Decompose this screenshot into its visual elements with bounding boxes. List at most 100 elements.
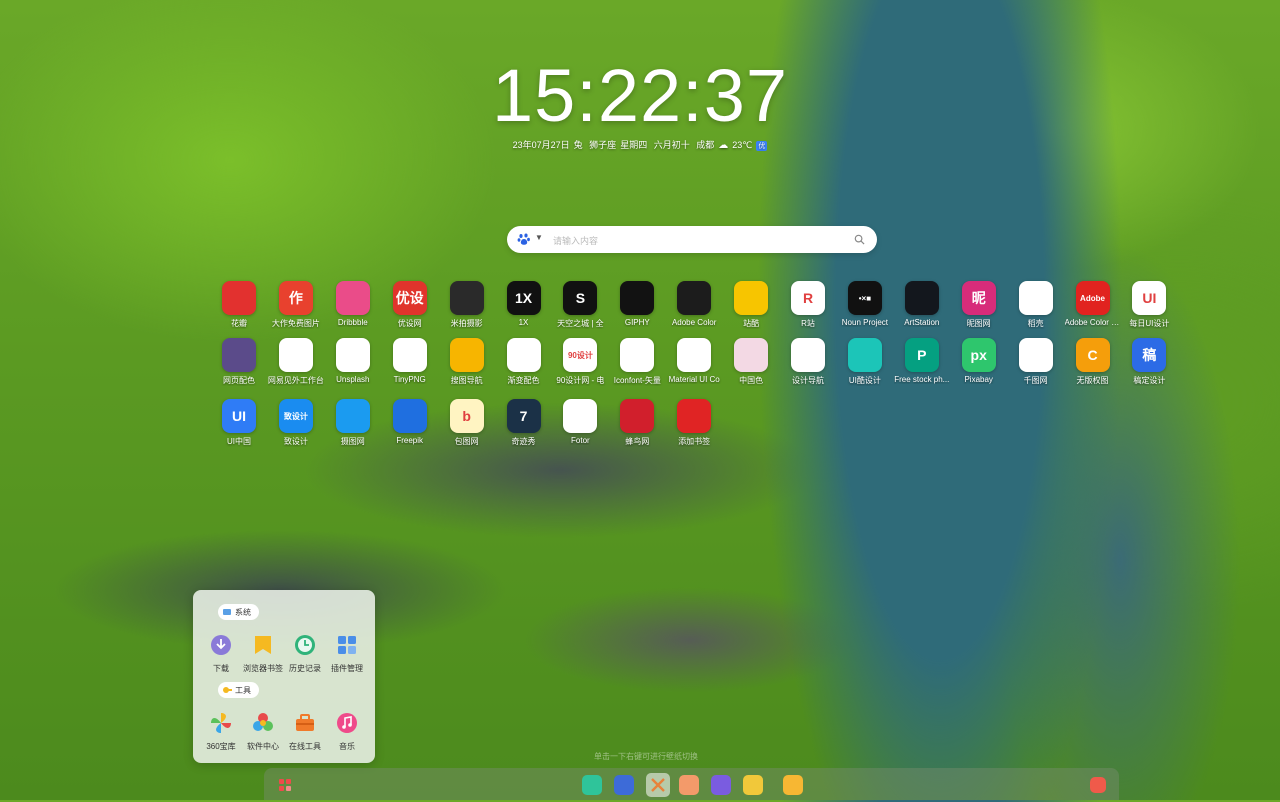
app-label: 摄图网 xyxy=(340,437,365,446)
app-shortcut[interactable]: 渐变配色 xyxy=(496,338,552,386)
app-shortcut[interactable]: Unsplash xyxy=(325,338,381,384)
app-shortcut[interactable]: 优设 优设网 xyxy=(382,281,438,329)
app-icon: S xyxy=(563,281,598,315)
app-icon: px xyxy=(961,338,996,372)
app-shortcut[interactable]: •×■ Noun Project xyxy=(837,281,893,327)
download-label: 下载 xyxy=(213,664,229,673)
app-shortcut[interactable]: S 天空之城 | 全 xyxy=(552,281,608,329)
dock-monitor-icon[interactable] xyxy=(614,775,634,795)
app-shortcut[interactable]: 作大作免费图片 xyxy=(268,281,324,329)
app-shortcut[interactable]: 致设计 致设计 xyxy=(268,399,324,447)
app-shortcut[interactable]: 设计导航 xyxy=(780,338,836,386)
app-label: TinyPNG xyxy=(393,375,426,384)
engine-dropdown-icon[interactable]: ▼ xyxy=(535,233,543,242)
software-center-item[interactable]: 软件中心 xyxy=(241,712,285,752)
tools-icon xyxy=(223,687,232,693)
app-shortcut[interactable]: Adobe Color xyxy=(666,281,722,327)
app-shortcut[interactable]: 花瓣 xyxy=(211,281,267,329)
air-quality-badge: 优 xyxy=(756,140,768,151)
app-shortcut[interactable]: b 包图网 xyxy=(439,399,495,447)
app-shortcut[interactable]: 搜图导航 xyxy=(439,338,495,386)
app-shortcut[interactable]: R R站 xyxy=(780,281,836,329)
app-shortcut[interactable]: 千图网 xyxy=(1008,338,1064,386)
system-section-header: 系统 xyxy=(218,604,259,620)
app-shortcut[interactable]: 网易见外工作台 xyxy=(268,338,324,386)
search-input[interactable] xyxy=(551,230,845,251)
app-shortcut[interactable]: Material UI Co xyxy=(666,338,722,384)
app-shortcut[interactable]: 摄图网 xyxy=(325,399,381,447)
dock-apps-icon[interactable] xyxy=(276,775,296,795)
plugin-manage-label: 插件管理 xyxy=(331,664,363,673)
dock-notes-icon[interactable] xyxy=(783,775,803,795)
app-icon xyxy=(278,338,313,372)
app-shortcut[interactable]: 昵昵图网 xyxy=(951,281,1007,329)
app-label: 优设网 xyxy=(397,319,422,328)
dock-chat-icon[interactable] xyxy=(743,775,763,795)
app-label: 1X xyxy=(518,318,529,327)
app-icon xyxy=(677,338,712,372)
toolbox-icon xyxy=(296,714,314,731)
app-label: 稿定设计 xyxy=(1133,376,1166,385)
app-shortcut[interactable]: 网页配色 xyxy=(211,338,267,386)
dock-home-icon[interactable] xyxy=(582,775,602,795)
app-shortcut[interactable]: 添加书签 xyxy=(666,399,722,447)
app-shortcut[interactable]: 蜂鸟网 xyxy=(609,399,665,447)
search-icon[interactable] xyxy=(854,234,865,245)
app-shortcut[interactable]: 中国色 xyxy=(723,338,779,386)
app-shortcut[interactable]: GIPHY xyxy=(609,281,665,327)
plugin-manage-item[interactable]: 插件管理 xyxy=(325,634,369,674)
app-shortcut[interactable]: 7 奇迹秀 xyxy=(496,399,552,447)
app-icon xyxy=(734,281,769,315)
app-shortcut[interactable]: 90设计 90设计网 - 电 xyxy=(552,338,608,386)
app-shortcut[interactable]: UI酷设计 xyxy=(837,338,893,386)
lunar-text: 六月初十 xyxy=(653,140,690,150)
app-shortcut[interactable]: 米拍摄影 xyxy=(439,281,495,329)
app-shortcut[interactable]: C 无版权图 xyxy=(1065,338,1121,386)
software-center-icon xyxy=(253,713,273,731)
dock-game-icon[interactable] xyxy=(711,775,731,795)
app-label: 网易见外工作台 xyxy=(267,376,324,385)
app-shortcut[interactable]: Freepik xyxy=(382,399,438,445)
app-shortcut[interactable]: P Free stock ph... xyxy=(894,338,950,384)
online-tools-item[interactable]: 在线工具 xyxy=(283,712,327,752)
zodiac-text: 兔 xyxy=(573,140,583,150)
app-label: Freepik xyxy=(396,436,424,445)
pinwheel-icon xyxy=(211,713,231,733)
app-icon: 稿 xyxy=(1132,338,1167,372)
history-item[interactable]: 历史记录 xyxy=(283,634,327,674)
app-icon xyxy=(563,399,598,433)
app-shortcut[interactable]: Adobe Adobe Color CC xyxy=(1065,281,1121,327)
baidu-paw-icon[interactable] xyxy=(517,232,531,246)
app-label: 90设计网 - 电 xyxy=(556,376,605,385)
app-shortcut[interactable]: UI UI中国 xyxy=(211,399,267,447)
app-shortcut[interactable]: Fotor xyxy=(552,399,608,445)
dock-layers-icon[interactable] xyxy=(679,775,699,795)
music-item[interactable]: 音乐 xyxy=(325,712,369,752)
tools-section-header: 工具 xyxy=(218,682,259,698)
app-shortcut[interactable]: 1X 1X xyxy=(496,281,552,327)
360-store-item[interactable]: 360宝库 xyxy=(199,712,243,752)
app-shortcut[interactable]: 稻壳 xyxy=(1008,281,1064,329)
plugin-grid-icon xyxy=(338,636,356,654)
download-item[interactable]: 下载 xyxy=(199,634,243,674)
app-shortcut[interactable]: TinyPNG xyxy=(382,338,438,384)
dock-tools-icon[interactable] xyxy=(646,773,670,797)
app-shortcut[interactable]: ArtStation xyxy=(894,281,950,327)
app-icon: Adobe xyxy=(1075,281,1110,315)
app-shortcut[interactable]: px Pixabay xyxy=(951,338,1007,384)
dock-settings-icon[interactable] xyxy=(1090,777,1106,793)
app-icon xyxy=(335,399,370,433)
app-label: Iconfont-矢量 xyxy=(613,376,661,385)
app-shortcut[interactable]: 稿稿定设计 xyxy=(1121,338,1177,386)
app-shortcut[interactable]: UI 每日UI设计 xyxy=(1121,281,1177,329)
app-icon xyxy=(620,281,655,315)
app-label: 添加书签 xyxy=(678,437,711,446)
app-shortcut[interactable]: Iconfont-矢量 xyxy=(609,338,665,386)
app-icon xyxy=(677,281,712,315)
app-label: 搜图导航 xyxy=(450,376,483,385)
app-shortcut[interactable]: Dribbble xyxy=(325,281,381,327)
app-shortcut[interactable]: 站酷 xyxy=(723,281,779,329)
app-icon xyxy=(1018,281,1053,315)
browser-bookmarks-item[interactable]: 浏览器书签 xyxy=(241,634,285,674)
app-label: 米拍摄影 xyxy=(450,319,483,328)
